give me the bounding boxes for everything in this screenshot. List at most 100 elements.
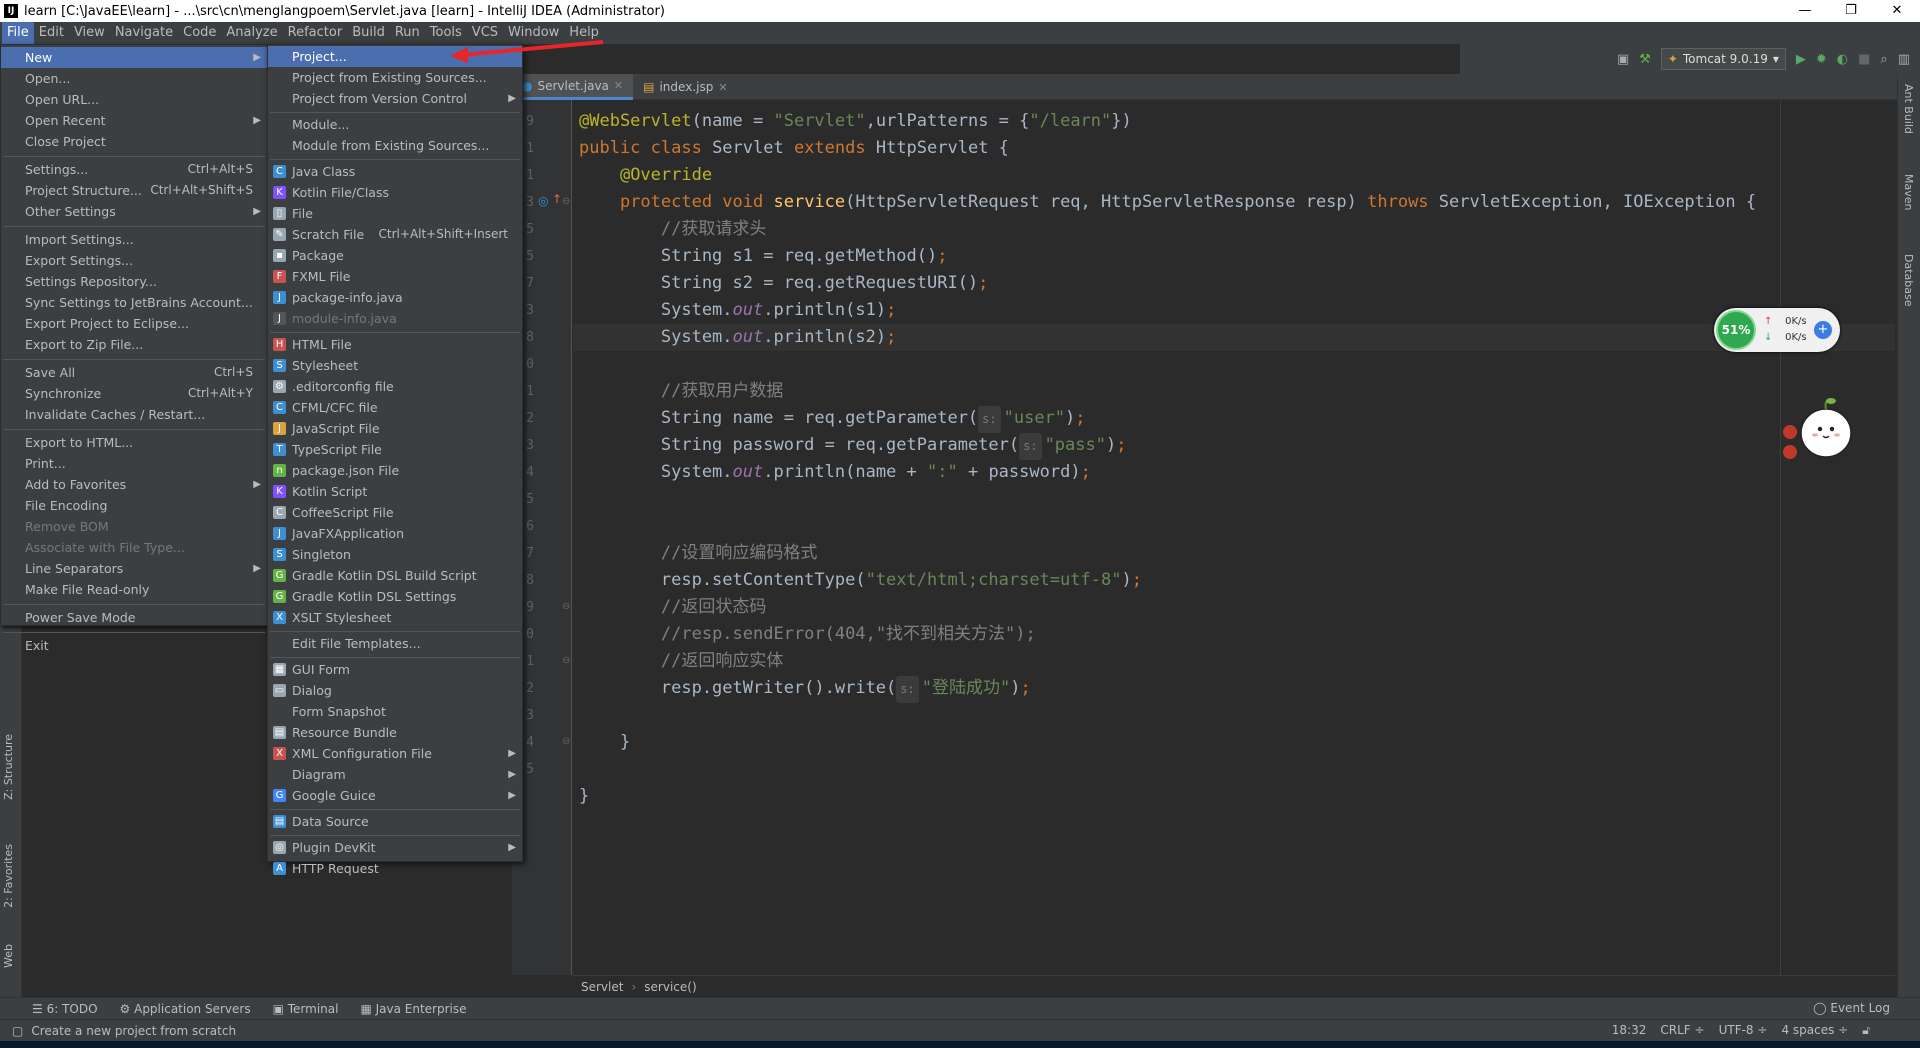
- minimize-button[interactable]: —: [1782, 0, 1828, 22]
- project-structure-icon[interactable]: ▣: [1617, 52, 1629, 67]
- menu-item-new[interactable]: New ▶: [1, 47, 267, 68]
- menu-code[interactable]: Code: [178, 22, 221, 44]
- structure-tool-tab[interactable]: Z: Structure: [2, 734, 15, 800]
- run-icon[interactable]: ▶: [1796, 52, 1806, 67]
- close-icon[interactable]: ✕: [718, 81, 727, 94]
- tab-index-jsp[interactable]: ▤ index.jsp ✕: [633, 74, 737, 100]
- indent-setting[interactable]: 4 spaces ÷: [1781, 1023, 1848, 1038]
- menu-refactor[interactable]: Refactor: [283, 22, 348, 44]
- menu-item-data-source[interactable]: ▤ Data Source: [268, 811, 522, 832]
- menu-item-export-settings[interactable]: Export Settings...: [1, 250, 267, 271]
- menu-item-kotlin-script[interactable]: K Kotlin Script: [268, 481, 522, 502]
- todo-tool-tab[interactable]: ☰ 6: TODO: [32, 1002, 98, 1016]
- menu-item-dialog[interactable]: ▭ Dialog: [268, 680, 522, 701]
- menu-edit[interactable]: Edit: [34, 22, 69, 44]
- menu-run[interactable]: Run: [390, 22, 425, 44]
- menu-item-edit-file-templates[interactable]: Edit File Templates...: [268, 633, 522, 654]
- override-gutter-icon[interactable]: ◎: [538, 194, 548, 208]
- search-icon[interactable]: ⌕: [1880, 52, 1887, 67]
- menu-file[interactable]: File: [2, 22, 34, 44]
- menu-item-export-to-html[interactable]: Export to HTML...: [1, 432, 267, 453]
- menu-item-cfml-cfc-file[interactable]: C CFML/CFC file: [268, 397, 522, 418]
- build-hammer-icon[interactable]: ⚒: [1639, 52, 1651, 67]
- menu-item-export-to-zip-file[interactable]: Export to Zip File...: [1, 334, 267, 355]
- fold-icon[interactable]: ⊖: [562, 601, 570, 612]
- menu-item-save-all[interactable]: Save All Ctrl+S: [1, 362, 267, 383]
- debug-icon[interactable]: ✹: [1816, 52, 1827, 67]
- caret-position[interactable]: 18:32: [1612, 1023, 1647, 1038]
- menu-item-java-class[interactable]: C Java Class: [268, 161, 522, 182]
- menu-item-stylesheet[interactable]: S Stylesheet: [268, 355, 522, 376]
- menu-item-print[interactable]: Print...: [1, 453, 267, 474]
- stop-icon[interactable]: ■: [1858, 52, 1870, 67]
- database-tool-tab[interactable]: Database: [1902, 254, 1915, 307]
- menu-item-make-file-read-only[interactable]: Make File Read-only: [1, 579, 267, 600]
- ant-build-tool-tab[interactable]: Ant Build: [1902, 84, 1915, 134]
- menu-item-diagram[interactable]: Diagram ▶: [268, 764, 522, 785]
- menu-item-xslt-stylesheet[interactable]: X XSLT Stylesheet: [268, 607, 522, 628]
- menu-item-scratch-file[interactable]: ✎ Scratch File Ctrl+Alt+Shift+Insert: [268, 224, 522, 245]
- coverage-icon[interactable]: ◐: [1837, 52, 1848, 67]
- menu-item-resource-bundle[interactable]: ▤ Resource Bundle: [268, 722, 522, 743]
- menu-item-line-separators[interactable]: Line Separators ▶: [1, 558, 267, 579]
- favorites-tool-tab[interactable]: 2: Favorites: [2, 844, 15, 908]
- menu-item-plugin-devkit[interactable]: ◎ Plugin DevKit ▶: [268, 837, 522, 858]
- menu-item-xml-configuration-file[interactable]: X XML Configuration File ▶: [268, 743, 522, 764]
- close-button[interactable]: ✕: [1874, 0, 1920, 22]
- menu-item-open[interactable]: Open...: [1, 68, 267, 89]
- menu-item-gui-form[interactable]: ▦ GUI Form: [268, 659, 522, 680]
- menu-item-settings[interactable]: Settings... Ctrl+Alt+S: [1, 159, 267, 180]
- menu-item-other-settings[interactable]: Other Settings ▶: [1, 201, 267, 222]
- menu-item-kotlin-file-class[interactable]: K Kotlin File/Class: [268, 182, 522, 203]
- menu-item-sync-settings-to-jetbrains-account[interactable]: Sync Settings to JetBrains Account...: [1, 292, 267, 313]
- menu-item-html-file[interactable]: H HTML File: [268, 334, 522, 355]
- run-configuration-select[interactable]: ✦ Tomcat 9.0.19 ▾: [1660, 48, 1786, 70]
- status-toggle-icon[interactable]: ▢: [12, 1024, 23, 1038]
- menu-view[interactable]: View: [69, 22, 110, 44]
- menu-item-google-guice[interactable]: G Google Guice ▶: [268, 785, 522, 806]
- menu-item-file-encoding[interactable]: File Encoding: [1, 495, 267, 516]
- menu-analyze[interactable]: Analyze: [221, 22, 282, 44]
- menu-navigate[interactable]: Navigate: [110, 22, 178, 44]
- menu-item-add-to-favorites[interactable]: Add to Favorites ▶: [1, 474, 267, 495]
- menu-item-singleton[interactable]: S Singleton: [268, 544, 522, 565]
- menu-item-file[interactable]: ▯ File: [268, 203, 522, 224]
- menu-item-typescript-file[interactable]: T TypeScript File: [268, 439, 522, 460]
- menu-build[interactable]: Build: [347, 22, 390, 44]
- terminal-tool-tab[interactable]: ▣ Terminal: [273, 1002, 339, 1016]
- menu-item-settings-repository[interactable]: Settings Repository...: [1, 271, 267, 292]
- menu-item-javafxapplication[interactable]: J JavaFXApplication: [268, 523, 522, 544]
- breadcrumb-method[interactable]: service(): [644, 980, 696, 994]
- menu-item-editorconfig-file[interactable]: ⚙ .editorconfig file: [268, 376, 522, 397]
- menu-item-power-save-mode[interactable]: Power Save Mode: [1, 607, 267, 628]
- close-icon[interactable]: ✕: [614, 79, 623, 92]
- menu-item-coffeescript-file[interactable]: C CoffeeScript File: [268, 502, 522, 523]
- maximize-button[interactable]: ❐: [1828, 0, 1874, 22]
- menu-item-module[interactable]: Module...: [268, 114, 522, 135]
- menu-item-package[interactable]: ▪ Package: [268, 245, 522, 266]
- menu-item-project-structure[interactable]: Project Structure... Ctrl+Alt+Shift+S: [1, 180, 267, 201]
- network-speed-widget[interactable]: 51% ↑ 0K/s ↓ 0K/s +: [1714, 308, 1840, 352]
- menu-item-synchronize[interactable]: Synchronize Ctrl+Alt+Y: [1, 383, 267, 404]
- menu-item-open-url[interactable]: Open URL...: [1, 89, 267, 110]
- menu-item-open-recent[interactable]: Open Recent ▶: [1, 110, 267, 131]
- fold-icon[interactable]: ⊖: [562, 196, 570, 207]
- menu-item-gradle-kotlin-dsl-build-script[interactable]: G Gradle Kotlin DSL Build Script: [268, 565, 522, 586]
- code-editor[interactable]: @WebServlet(name = "Servlet",urlPatterns…: [573, 100, 1895, 975]
- java-enterprise-tool-tab[interactable]: ▦ Java Enterprise: [360, 1002, 466, 1016]
- app-servers-tool-tab[interactable]: ⚙ Application Servers: [120, 1002, 251, 1016]
- menu-item-project-from-version-control[interactable]: Project from Version Control ▶: [268, 88, 522, 109]
- menu-item-close-project[interactable]: Close Project: [1, 131, 267, 152]
- menu-item-export-project-to-eclipse[interactable]: Export Project to Eclipse...: [1, 313, 267, 334]
- menu-item-exit[interactable]: Exit: [1, 635, 267, 656]
- menu-item-import-settings[interactable]: Import Settings...: [1, 229, 267, 250]
- menu-item-project-from-existing-sources[interactable]: Project from Existing Sources...: [268, 67, 522, 88]
- ide-update-icon[interactable]: ▥: [1898, 52, 1910, 67]
- menu-item-package-info-java[interactable]: Jpackage-info.java: [268, 287, 522, 308]
- menu-item-gradle-kotlin-dsl-settings[interactable]: G Gradle Kotlin DSL Settings: [268, 586, 522, 607]
- maven-tool-tab[interactable]: Maven: [1902, 174, 1915, 210]
- menu-item-fxml-file[interactable]: F FXML File: [268, 266, 522, 287]
- plus-icon[interactable]: +: [1814, 321, 1832, 339]
- fold-icon[interactable]: ⊖: [562, 736, 570, 747]
- fold-icon[interactable]: ⊖: [562, 655, 570, 666]
